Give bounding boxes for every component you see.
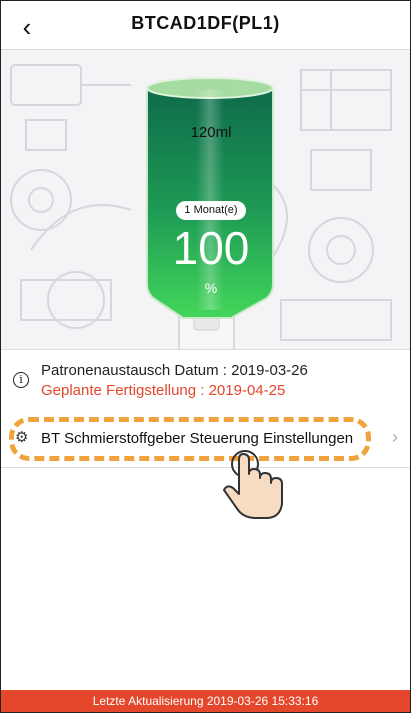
planned-completion: Geplante Fertigstellung : 2019-04-25 (41, 382, 286, 399)
replacement-date: Patronenaustausch Datum : 2019-03-26 (41, 362, 308, 379)
settings-row-label: BT Schmierstoffgeber Steuerung Einstellu… (41, 430, 354, 447)
info-icon: i (13, 372, 29, 388)
period-badge: 1 Monat(e) (176, 201, 246, 220)
volume-label: 120ml (190, 124, 232, 141)
cartridge-graphic (146, 77, 274, 349)
app-screen: ‹ BTCAD1DF(PL1) 120ml 1 Monat(e) 100 % i… (0, 0, 411, 713)
gears-icon: ⚙ (15, 429, 29, 446)
top-nav-bar: ‹ BTCAD1DF(PL1) (1, 1, 410, 50)
bt-lubricator-settings-row[interactable]: ⚙ BT Schmierstoffgeber Steuerung Einstel… (1, 409, 410, 468)
cartridge-hero: 120ml 1 Monat(e) 100 % (1, 50, 410, 349)
last-update-text: Letzte Aktualisierung 2019-03-26 15:33:1… (92, 694, 319, 708)
page-title: BTCAD1DF(PL1) (131, 13, 280, 33)
chevron-right-icon: › (392, 427, 398, 447)
last-update-bar: Letzte Aktualisierung 2019-03-26 15:33:1… (1, 690, 410, 712)
back-button[interactable]: ‹ (11, 11, 43, 43)
level-unit: % (204, 280, 218, 296)
tap-hand-icon (223, 450, 283, 519)
level-value: 100 (172, 222, 250, 274)
chevron-left-icon: ‹ (22, 11, 32, 42)
cartridge-info-row: i Patronenaustausch Datum : 2019-03-26 G… (1, 349, 410, 410)
